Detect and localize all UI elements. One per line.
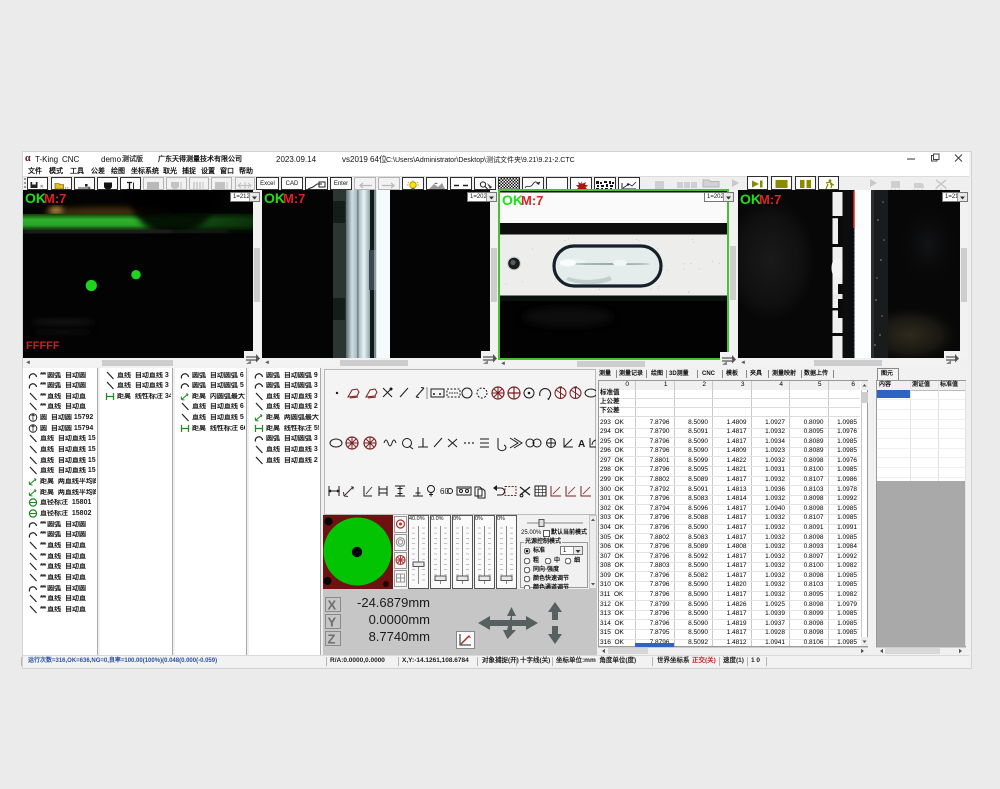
svg-text:M:7: M:7: [759, 192, 781, 207]
svg-text:M:7: M:7: [521, 193, 543, 208]
svg-text:M:7: M:7: [283, 191, 305, 206]
svg-text:OK: OK: [502, 192, 523, 208]
svg-text:A: A: [578, 439, 585, 450]
svg-text:OK: OK: [264, 190, 285, 206]
svg-text:OK: OK: [25, 190, 46, 206]
svg-text:OK: OK: [740, 191, 761, 207]
svg-text:M:7: M:7: [44, 191, 66, 206]
svg-text:FFFFF: FFFFF: [26, 340, 60, 352]
